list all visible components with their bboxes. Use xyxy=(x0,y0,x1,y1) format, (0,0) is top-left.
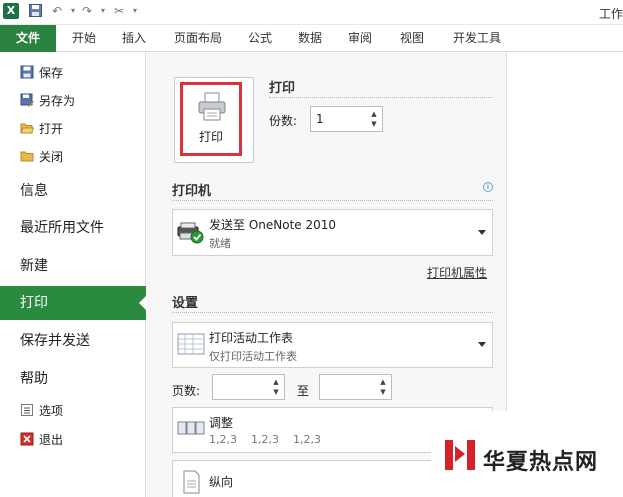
ribbon-tabs: 文件 开始 插入 页面布局 公式 数据 审阅 视图 开发工具 xyxy=(0,25,623,52)
orientation-value: 纵向 xyxy=(209,475,234,489)
pages-label: 页数: xyxy=(172,384,201,398)
excel-logo-icon: X xyxy=(3,3,19,19)
pages-to-label: 至 xyxy=(297,384,310,398)
print-scope-value: 打印活动工作表 xyxy=(209,331,294,345)
divider xyxy=(172,312,493,313)
print-button-label: 打印 xyxy=(198,130,223,144)
pages-to-stepper[interactable]: ▲ ▼ xyxy=(319,374,392,400)
printer-icon xyxy=(198,92,226,125)
worksheet-icon xyxy=(177,331,205,359)
chevron-up-icon[interactable]: ▲ xyxy=(378,378,388,386)
chevron-down-icon xyxy=(478,229,486,235)
printer-dropdown[interactable]: 发送至 OneNote 2010 就绪 xyxy=(172,209,493,256)
tools-icon[interactable]: ✂ xyxy=(112,4,126,18)
tab-data[interactable]: 数据 xyxy=(290,25,330,52)
close-folder-icon xyxy=(20,149,34,163)
save-as-command-label: 另存为 xyxy=(39,94,76,108)
tab-home[interactable]: 开始 xyxy=(62,25,106,52)
chevron-down-icon[interactable]: ▼ xyxy=(271,388,281,396)
print-section-title: 打印 xyxy=(269,81,296,96)
save-as-icon xyxy=(20,93,34,107)
nav-new[interactable]: 新建 xyxy=(0,249,146,283)
chevron-down-icon[interactable]: ▼ xyxy=(378,388,388,396)
chevron-down-icon[interactable]: ▼ xyxy=(369,120,379,128)
options-command[interactable]: 选项 xyxy=(20,401,63,421)
portrait-icon xyxy=(177,469,205,497)
chevron-up-icon[interactable]: ▲ xyxy=(271,378,281,386)
watermark: 华夏热点网 xyxy=(431,411,623,497)
save-command[interactable]: 保存 xyxy=(20,63,63,83)
redo-dropdown-icon[interactable]: ▾ xyxy=(96,4,110,18)
tab-view[interactable]: 视图 xyxy=(392,25,432,52)
nav-info[interactable]: 信息 xyxy=(0,174,146,208)
exit-command[interactable]: 退出 xyxy=(20,430,63,450)
options-command-label: 选项 xyxy=(39,404,64,418)
open-folder-icon xyxy=(20,121,35,135)
save-icon[interactable] xyxy=(28,4,42,18)
exit-icon xyxy=(20,432,34,446)
nav-help[interactable]: 帮助 xyxy=(0,362,146,396)
tab-formulas[interactable]: 公式 xyxy=(240,25,280,52)
close-command[interactable]: 关闭 xyxy=(20,147,63,167)
save-command-label: 保存 xyxy=(39,66,64,80)
copies-stepper[interactable]: 1 ▲ ▼ xyxy=(310,106,383,132)
divider xyxy=(269,97,493,98)
nav-recent[interactable]: 最近所用文件 xyxy=(0,211,146,245)
tab-developer[interactable]: 开发工具 xyxy=(444,25,510,52)
watermark-logo xyxy=(443,438,477,472)
options-icon xyxy=(20,403,34,417)
nav-print[interactable]: 打印 xyxy=(0,286,147,320)
tab-file[interactable]: 文件 xyxy=(0,25,56,52)
customize-dropdown-icon[interactable]: ▾ xyxy=(128,4,142,18)
tab-page-layout[interactable]: 页面布局 xyxy=(165,25,231,52)
open-command-label: 打开 xyxy=(39,122,64,136)
backstage-nav: 保存 另存为 打开 关闭 信息 最近所用文件 新建 打印 保存并发送 帮助 选项… xyxy=(0,52,147,497)
print-scope-dropdown[interactable]: 打印活动工作表 仅打印活动工作表 xyxy=(172,322,493,368)
save-as-command[interactable]: 另存为 xyxy=(20,91,75,111)
printer-name: 发送至 OneNote 2010 xyxy=(209,218,337,232)
collate-value: 调整 xyxy=(209,416,234,430)
print-button[interactable]: 打印 xyxy=(174,77,254,163)
redo-icon[interactable]: ↷ xyxy=(80,4,94,18)
copies-label: 份数: xyxy=(269,114,298,128)
collate-icon xyxy=(177,416,205,444)
copies-value: 1 xyxy=(316,112,324,126)
nav-save-send[interactable]: 保存并发送 xyxy=(0,324,146,358)
exit-command-label: 退出 xyxy=(39,433,64,447)
undo-icon[interactable]: ↶ xyxy=(50,4,64,18)
printer-properties-link[interactable]: 打印机属性 xyxy=(427,264,487,281)
tab-review[interactable]: 审阅 xyxy=(340,25,380,52)
window-title: 工作 xyxy=(598,7,623,21)
undo-dropdown-icon[interactable]: ▾ xyxy=(66,4,80,18)
collate-desc: 1,2,3 1,2,3 1,2,3 xyxy=(209,433,321,446)
settings-section-title: 设置 xyxy=(172,296,199,311)
chevron-up-icon[interactable]: ▲ xyxy=(369,110,379,118)
save-icon xyxy=(20,65,34,79)
print-scope-desc: 仅打印活动工作表 xyxy=(209,350,297,363)
divider xyxy=(172,200,493,201)
chevron-down-icon xyxy=(478,342,486,347)
printer-status: 就绪 xyxy=(209,237,231,250)
pages-from-stepper[interactable]: ▲ ▼ xyxy=(212,374,285,400)
close-command-label: 关闭 xyxy=(39,150,64,164)
open-command[interactable]: 打开 xyxy=(20,119,63,139)
tab-insert[interactable]: 插入 xyxy=(112,25,156,52)
info-icon[interactable]: i xyxy=(483,182,493,192)
printer-section-title: 打印机 xyxy=(172,184,212,199)
quick-access-toolbar: X ↶ ▾ ↷ ▾ ✂ ▾ 工作 xyxy=(0,0,623,25)
watermark-text: 华夏热点网 xyxy=(483,450,599,475)
printer-ready-icon xyxy=(177,218,205,246)
